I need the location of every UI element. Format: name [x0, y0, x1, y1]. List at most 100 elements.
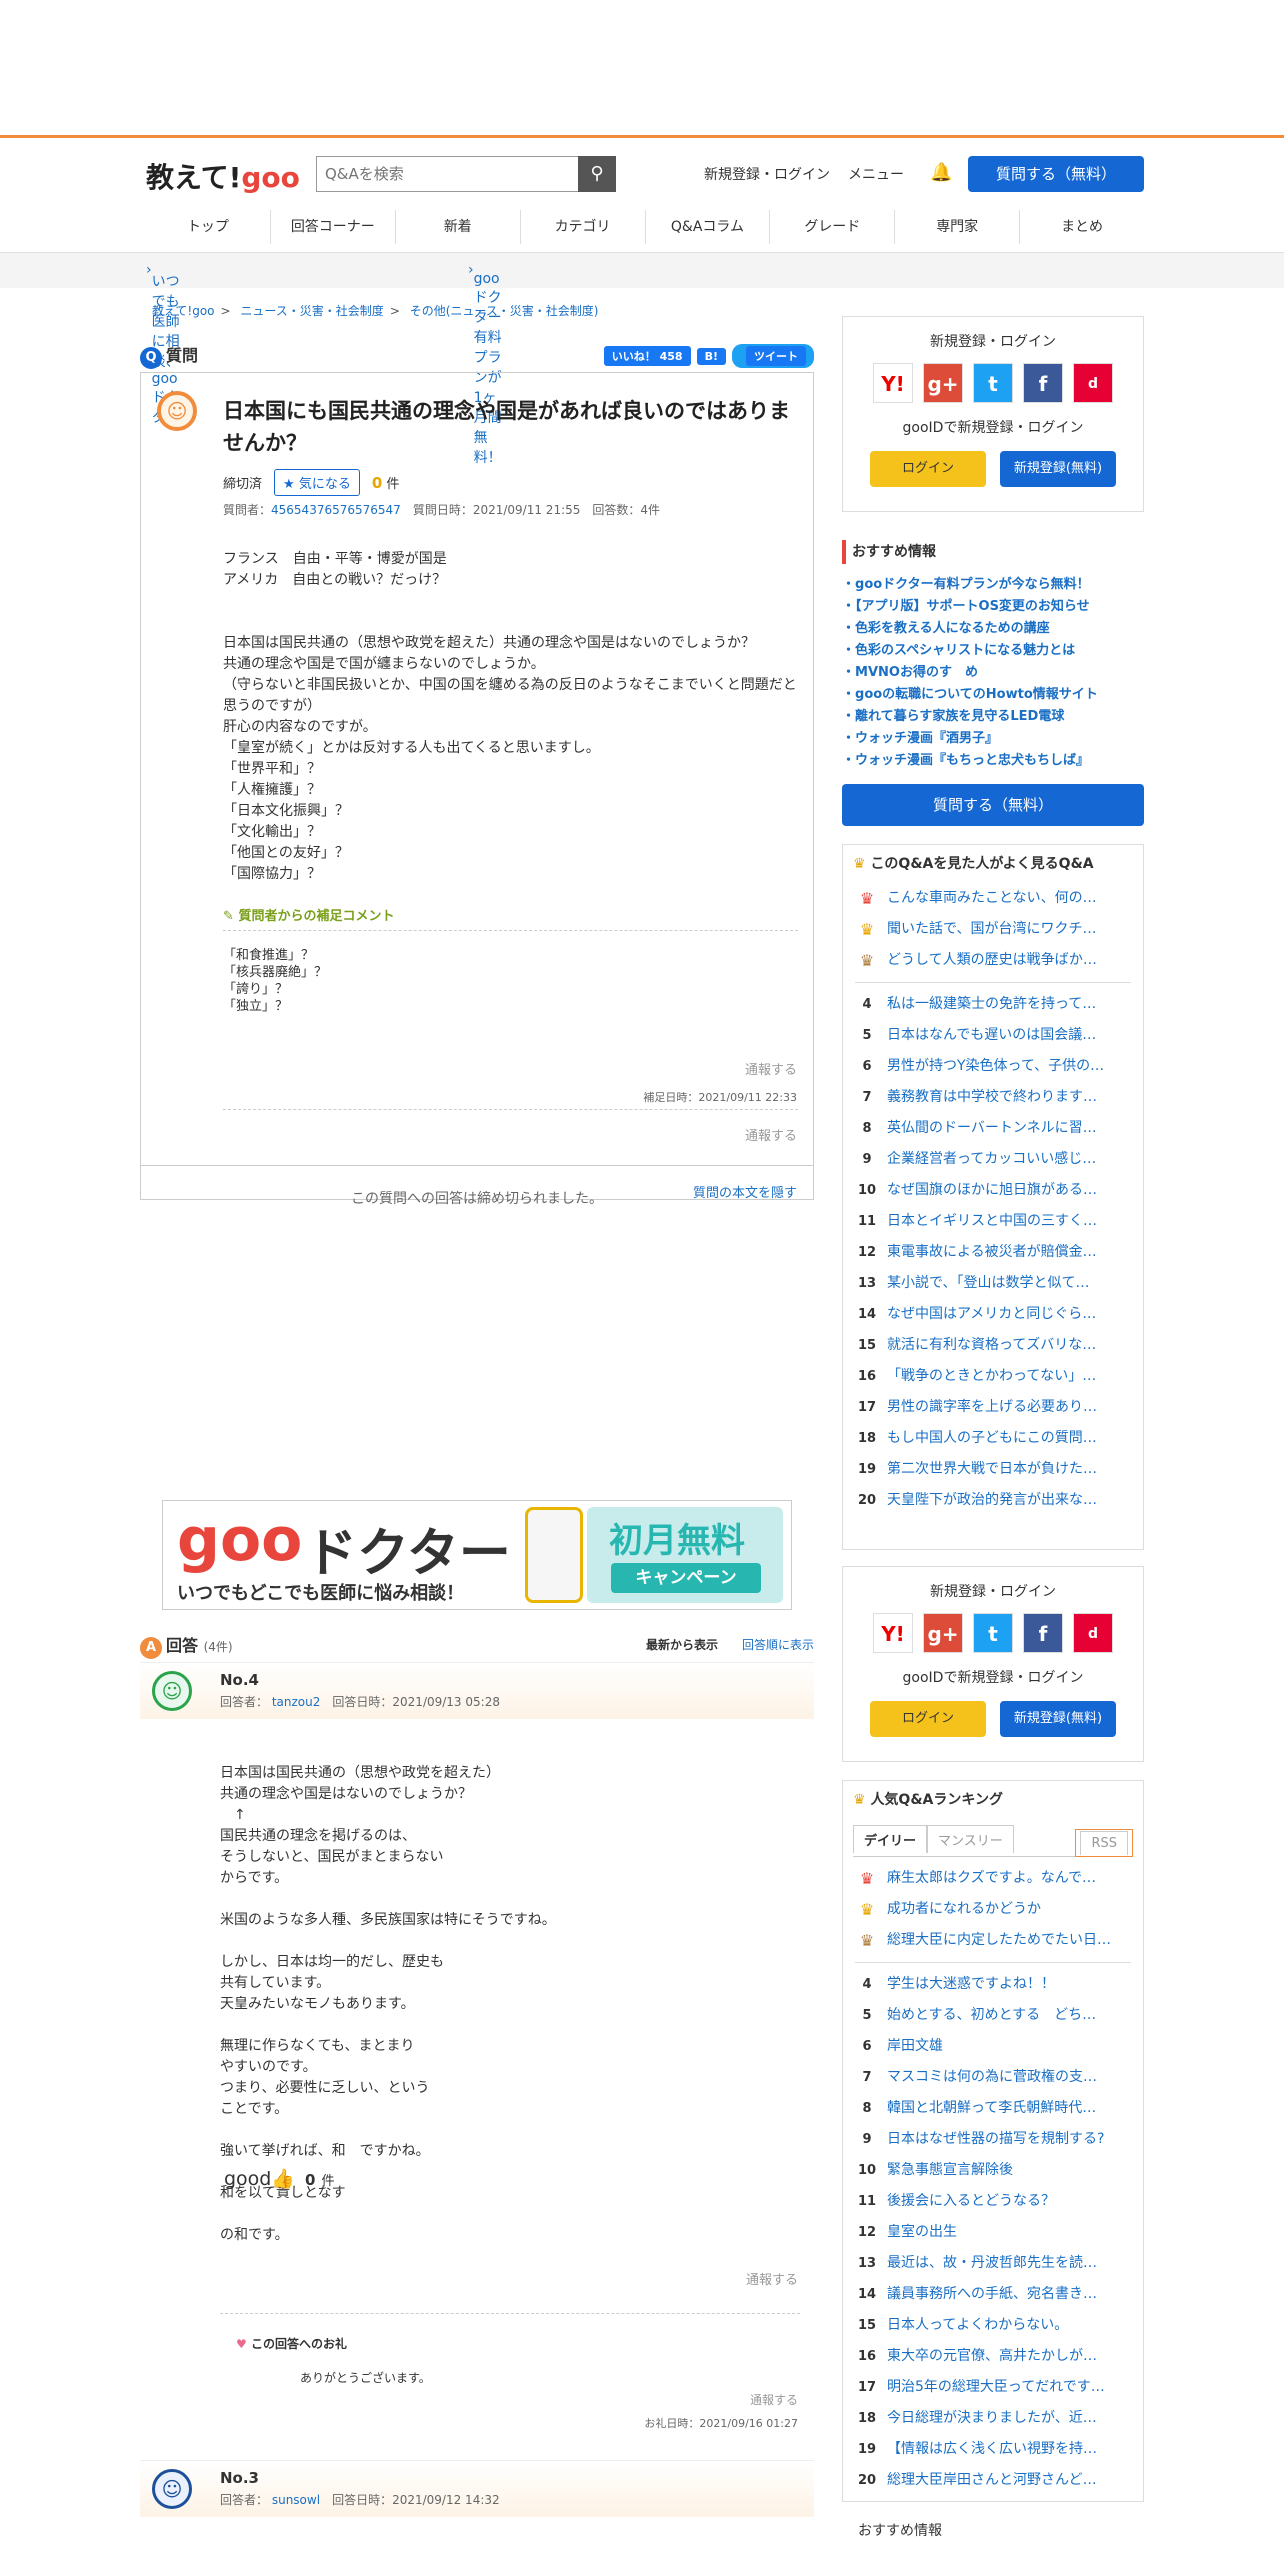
rank-item[interactable]: 東大卒の元官僚、高井たかしが… — [887, 2348, 1097, 2364]
also-item[interactable]: 日本とイギリスと中国の三すく… — [887, 1213, 1097, 1229]
also-item[interactable]: なぜ国旗のほかに旭日旗がある… — [887, 1182, 1097, 1198]
facebook-icon[interactable]: f — [1023, 1613, 1063, 1653]
docomo-icon[interactable]: d — [1073, 1613, 1113, 1653]
like-button[interactable]: いいね！ 458 — [603, 346, 691, 366]
nav-new[interactable]: 新着 — [396, 210, 521, 244]
rank-item[interactable]: 始めとする、初めとする どち… — [887, 2007, 1096, 2023]
rank-item[interactable]: 成功者になれるかどうか — [887, 1901, 1041, 1917]
nav-column[interactable]: Q&Aコラム — [646, 210, 771, 244]
also-item[interactable]: 私は一級建築士の免許を持って… — [887, 996, 1096, 1012]
nav-category[interactable]: カテゴリ — [521, 210, 646, 244]
reco-item[interactable]: 色彩のスペシャリストになる魅力とは — [842, 640, 1144, 662]
register-button[interactable]: 新規登録(無料) — [1000, 1701, 1116, 1737]
also-item[interactable]: 男性の識字率を上げる必要あり… — [887, 1399, 1097, 1415]
also-item[interactable]: 英仏間のドーバートンネルに習… — [887, 1120, 1097, 1136]
promo-link-doctor[interactable]: › いつでも医師に相談、gooドクター — [146, 262, 180, 426]
docomo-icon[interactable]: d — [1073, 363, 1113, 403]
rank-item[interactable]: 皇室の出生 — [887, 2224, 957, 2240]
hide-question-link[interactable]: 質問の本文を隠す — [693, 1182, 797, 1201]
google-icon[interactable]: g+ — [923, 363, 963, 403]
rank-item[interactable]: 後援会に入るとどうなる？ — [887, 2193, 1055, 2209]
rank-item[interactable]: 明治5年の総理大臣ってだれです… — [887, 2379, 1105, 2395]
tab-monthly[interactable]: マンスリー — [927, 1825, 1014, 1853]
login-button[interactable]: ログイン — [870, 451, 986, 487]
answerer-link[interactable]: tanzou2 — [272, 1695, 321, 1709]
also-item[interactable]: こんな車両みたことない、何の… — [887, 890, 1097, 906]
also-item[interactable]: 就活に有利な資格ってズバリな… — [887, 1337, 1096, 1353]
rank-item[interactable]: 最近は、故・丹波哲郎先生を読… — [887, 2255, 1097, 2271]
rank-item[interactable]: 学生は大迷惑ですよね！！ — [887, 1976, 1055, 1992]
rank-item[interactable]: 【情報は広く浅く広い視野を持… — [887, 2441, 1097, 2457]
breadcrumb-home[interactable]: 教えて!goo — [152, 304, 215, 318]
good-button[interactable]: good👍 0 件 — [224, 2167, 335, 2190]
google-icon[interactable]: g+ — [923, 1613, 963, 1653]
reco-item[interactable]: MVNOお得のす め — [842, 662, 1144, 684]
report-link-2[interactable]: 通報する — [745, 1125, 797, 1144]
signup-login-link[interactable]: 新規登録・ログイン — [704, 167, 830, 183]
reco-item[interactable]: 【アプリ版】サポートOS変更のお知らせ — [842, 596, 1144, 618]
follow-button[interactable]: ★ 気になる — [274, 469, 360, 496]
reco-item[interactable]: 色彩を教える人になるための講座 — [842, 618, 1144, 640]
breadcrumb-subcategory[interactable]: その他(ニュース・災害・社会制度) — [410, 304, 599, 318]
answerer-link[interactable]: sunsowl — [272, 2493, 320, 2507]
rank-item[interactable]: 総理大臣岸田さんと河野さんど… — [887, 2472, 1097, 2488]
menu-link[interactable]: メニュー — [848, 167, 904, 183]
rank-item[interactable]: 日本はなぜ性器の描写を規制する? — [887, 2131, 1104, 2147]
also-item[interactable]: なぜ中国はアメリカと同じぐら… — [887, 1306, 1096, 1322]
reco-item[interactable]: gooドクター有料プランが今なら無料！ — [842, 574, 1144, 596]
goo-doctor-ad[interactable]: goo ドクター いつでもどこでも医師に悩み相談！ 初月無料 キャンペーン — [162, 1500, 792, 1610]
also-item[interactable]: 聞いた話で、国が台湾にワクチ… — [887, 921, 1096, 937]
nav-answer-corner[interactable]: 回答コーナー — [271, 210, 396, 244]
rank-item[interactable]: 麻生太郎はクズですよ。なんで… — [887, 1870, 1096, 1886]
rank-item[interactable]: 岸田文雄 — [887, 2038, 943, 2054]
report-link[interactable]: 通報する — [745, 1059, 797, 1078]
sidebar-ask-button[interactable]: 質問する（無料） — [842, 784, 1144, 826]
also-item[interactable]: 男性が持つY染色体って、子供の… — [887, 1058, 1104, 1074]
facebook-icon[interactable]: f — [1023, 363, 1063, 403]
sort-oldest[interactable]: 回答順に表示 — [742, 1638, 814, 1652]
answer-report-link[interactable]: 通報する — [746, 2269, 798, 2288]
also-item[interactable]: 天皇陛下が政治的発言が出来な… — [887, 1492, 1097, 1508]
bell-icon[interactable]: 🔔 — [930, 162, 952, 183]
reco-item[interactable]: gooの転職についてのHowto情報サイト — [842, 684, 1144, 706]
also-item[interactable]: 某小説で、「登山は数学と似て… — [887, 1275, 1089, 1291]
twitter-icon[interactable]: t — [973, 1613, 1013, 1653]
also-item[interactable]: 義務教育は中学校で終わります… — [887, 1089, 1097, 1105]
tab-daily[interactable]: デイリー — [853, 1825, 928, 1853]
bookmark-icon[interactable]: B! — [696, 348, 726, 365]
nav-grade[interactable]: グレード — [770, 210, 896, 244]
search-button[interactable]: ⚲ — [578, 156, 616, 192]
yahoo-icon[interactable]: Y! — [873, 363, 913, 403]
rss-icon[interactable]: RSS — [1075, 1829, 1133, 1857]
site-logo[interactable]: 教えて!goo — [146, 156, 300, 196]
also-item[interactable]: もし中国人の子どもにこの質問… — [887, 1430, 1097, 1446]
login-button[interactable]: ログイン — [870, 1701, 986, 1737]
nav-top[interactable]: トップ — [146, 210, 271, 244]
register-button[interactable]: 新規登録(無料) — [1000, 451, 1116, 487]
reco-item[interactable]: ウォッチ漫画『酒男子』 — [842, 728, 1144, 750]
questioner-link[interactable]: 45654376576576547 — [271, 503, 401, 517]
search-input[interactable] — [317, 157, 582, 191]
rank-item[interactable]: 議員事務所への手紙、宛名書き… — [887, 2286, 1097, 2302]
tweet-button[interactable]: ツイート — [732, 344, 814, 368]
reco-item[interactable]: ウォッチ漫画『もちっと忠犬もちしば』 — [842, 750, 1144, 772]
promo-link-free[interactable]: › gooドクター有料プランが1ヶ月間無料！ — [468, 262, 502, 466]
thanks-report-link[interactable]: 通報する — [750, 2391, 798, 2408]
breadcrumb-category[interactable]: ニュース・災害・社会制度 — [240, 304, 383, 318]
reco-item[interactable]: 離れて暮らす家族を見守るLED電球 — [842, 706, 1144, 728]
ask-question-button[interactable]: 質問する（無料） — [968, 156, 1144, 192]
twitter-icon[interactable]: t — [973, 363, 1013, 403]
sort-newest[interactable]: 最新から表示 — [646, 1638, 718, 1652]
rank-item[interactable]: 日本人ってよくわからない。 — [887, 2317, 1068, 2333]
also-item[interactable]: 「戦争のときとかわってない」… — [887, 1368, 1096, 1384]
rank-item[interactable]: マスコミは何の為に菅政権の支… — [887, 2069, 1097, 2085]
nav-matome[interactable]: まとめ — [1020, 210, 1144, 244]
also-item[interactable]: 東電事故による被災者が賠償金… — [887, 1244, 1097, 1260]
yahoo-icon[interactable]: Y! — [873, 1613, 913, 1653]
rank-item[interactable]: 緊急事態宣言解除後 — [887, 2162, 1013, 2178]
also-item[interactable]: 第二次世界大戦で日本が負けた… — [887, 1461, 1097, 1477]
rank-item[interactable]: 韓国と北朝鮮って李氏朝鮮時代… — [887, 2100, 1096, 2116]
also-item[interactable]: どうして人類の歴史は戦争ばか… — [887, 952, 1097, 968]
rank-item[interactable]: 今日総理が決まりましたが、近… — [887, 2410, 1097, 2426]
also-item[interactable]: 企業経営者ってカッコいい感じ… — [887, 1151, 1096, 1167]
